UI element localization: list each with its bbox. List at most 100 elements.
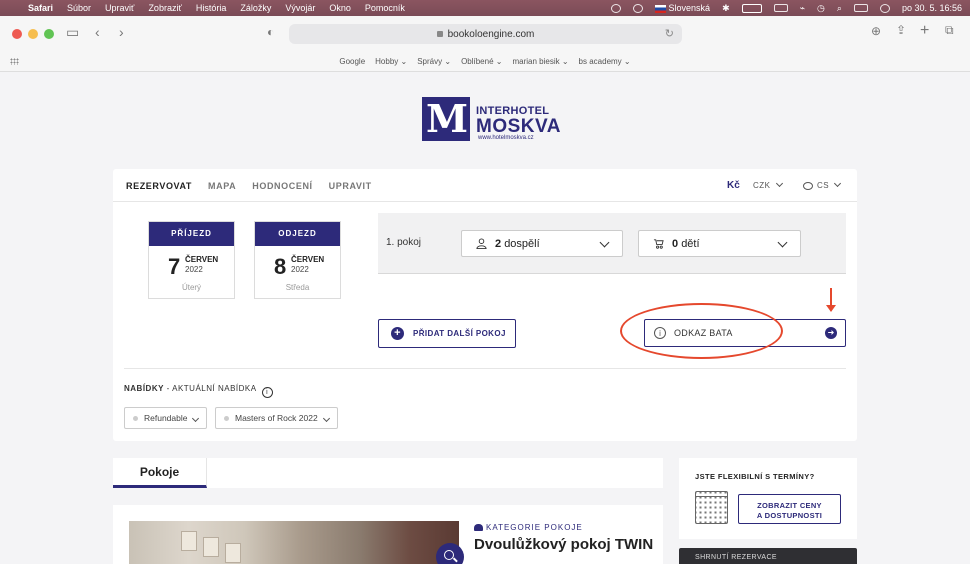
currency-symbol[interactable]: Kč: [727, 180, 740, 191]
people-icon: [474, 524, 483, 531]
menu-item-help[interactable]: Pomocník: [365, 3, 405, 13]
offer-chip-label: Refundable: [144, 413, 188, 423]
adults-value: 2 dospělí: [495, 238, 540, 250]
info-icon[interactable]: i: [261, 387, 273, 398]
plus-icon: +: [391, 327, 404, 340]
annotation-arrow-icon: [826, 305, 836, 312]
divider: [113, 201, 857, 202]
reservation-summary-header: SHRNUTÍ REZERVACE: [679, 548, 857, 564]
add-room-label: PŘIDAT DALŠÍ POKOJ: [413, 329, 506, 338]
tab-overview-icon[interactable]: ⧉: [945, 23, 954, 38]
room-name[interactable]: Dvoulůžkový pokoj TWIN: [474, 536, 654, 554]
siri-icon[interactable]: [879, 3, 890, 13]
bookmark-google[interactable]: Google: [339, 57, 365, 66]
minimize-window-button[interactable]: [28, 29, 38, 39]
input-source[interactable]: Slovenská: [654, 3, 710, 13]
menu-bar: Safari Súbor Upraviť Zobraziť História Z…: [0, 0, 970, 16]
add-room-button[interactable]: + PŘIDAT DALŠÍ POKOJ: [378, 319, 516, 348]
annotation-ellipse: [620, 303, 783, 359]
status-extra-icon[interactable]: [632, 3, 643, 13]
tab-hodnoceni[interactable]: HODNOCENÍ: [252, 181, 312, 191]
divider: [124, 368, 846, 369]
show-prices-line1: ZOBRAZIT CENY: [757, 501, 822, 510]
tab-mapa[interactable]: MAPA: [208, 181, 236, 191]
menu-item-edit[interactable]: Upraviť: [105, 3, 134, 13]
close-window-button[interactable]: [12, 29, 22, 39]
menu-item-window[interactable]: Okno: [329, 3, 351, 13]
bookmark-oblibene[interactable]: Oblíbené ⌄: [461, 57, 502, 66]
control-center-icon[interactable]: [853, 4, 868, 12]
chevron-down-icon: [775, 179, 783, 188]
privacy-shield-icon[interactable]: ◐: [267, 25, 274, 39]
menu-item-history[interactable]: História: [196, 3, 227, 13]
person-icon: [476, 238, 487, 249]
menu-app-name[interactable]: Safari: [28, 3, 53, 13]
battery-icon[interactable]: [741, 3, 762, 13]
clock[interactable]: po 30. 5. 16:56: [902, 3, 962, 13]
window-controls: [12, 29, 54, 39]
tab-pokoje[interactable]: Pokoje: [113, 458, 207, 488]
bookmark-bs-academy[interactable]: bs academy ⌄: [579, 57, 631, 66]
bookmark-marian-label: marian biesik: [512, 57, 560, 66]
calendar-icon: [695, 491, 728, 524]
bookmarks-grid-icon[interactable]: [10, 58, 19, 65]
menu-item-view[interactable]: Zobraziť: [148, 3, 181, 13]
time-machine-icon[interactable]: ◷: [817, 3, 825, 14]
offer-chip-refundable[interactable]: Refundable: [124, 407, 208, 429]
offers-heading: NABÍDKY - AKTUÁLNÍ NABÍDKA i: [124, 384, 273, 398]
room-panel: 1. pokoj 2 dospělí 0 dětí: [378, 213, 846, 274]
back-icon[interactable]: ‹: [95, 24, 100, 40]
flexible-dates-card: JSTE FLEXIBILNÍ S TERMÍNY? ZOBRAZIT CENY…: [679, 458, 857, 539]
room-label: 1. pokoj: [386, 237, 422, 248]
arrival-weekday: Úterý: [181, 283, 202, 292]
downloads-icon[interactable]: ⊕: [871, 24, 881, 38]
wall-art: [203, 537, 219, 557]
share-icon[interactable]: ⇪: [896, 23, 906, 37]
offer-chip-masters[interactable]: Masters of Rock 2022: [215, 407, 338, 429]
departure-day: 8: [274, 254, 287, 279]
room-category: KATEGORIE POKOJE: [474, 523, 583, 532]
lock-icon: [436, 31, 443, 37]
sidebar-icon[interactable]: ▭: [66, 24, 79, 41]
show-prices-button[interactable]: ZOBRAZIT CENY A DOSTUPNOSTI: [738, 494, 841, 524]
wall-art: [225, 543, 241, 563]
language-select[interactable]: CS: [803, 179, 842, 190]
show-prices-line2: A DOSTUPNOSTI: [756, 511, 823, 520]
menu-item-develop[interactable]: Vývojár: [285, 3, 315, 13]
offers-title: NABÍDKY: [124, 384, 164, 393]
arrival-date-picker[interactable]: PŘÍJEZD 7 ČERVEN 2022 Úterý: [148, 221, 235, 299]
tab-upravit[interactable]: UPRAVIT: [329, 181, 372, 191]
wifi-off-icon[interactable]: ⌁: [800, 3, 805, 14]
new-tab-icon[interactable]: +: [920, 22, 929, 40]
reload-icon[interactable]: ↻: [665, 27, 674, 40]
children-count: 0: [672, 238, 679, 250]
adults-count: 2: [495, 238, 502, 250]
adults-select[interactable]: 2 dospělí: [461, 230, 623, 257]
tab-rezervovat[interactable]: REZERVOVAT: [126, 181, 192, 191]
currency-select[interactable]: CZK: [753, 179, 783, 190]
browser-toolbar: ▭ ‹ › ◐ bookoloengine.com ↻ ⊕ ⇪ + ⧉: [0, 16, 970, 52]
hotel-logo[interactable]: M INTERHOTEL MOSKVA www.hotelmoskva.cz: [422, 97, 560, 143]
spotlight-icon[interactable]: ⌕: [837, 3, 842, 14]
airplay-icon[interactable]: [773, 4, 788, 12]
bookmark-marian[interactable]: marian biesik ⌄: [512, 57, 568, 66]
stroller-icon: [653, 239, 664, 249]
bluetooth-icon[interactable]: ✱: [722, 3, 730, 14]
chat-bubble-icon: [803, 181, 813, 190]
address-bar[interactable]: bookoloengine.com ↻: [289, 24, 682, 44]
bookmark-spravy[interactable]: Správy ⌄: [417, 57, 451, 66]
children-value: 0 dětí: [672, 238, 700, 250]
room-photo[interactable]: [129, 521, 464, 564]
arrival-day: 7: [168, 254, 181, 279]
forward-icon[interactable]: ›: [119, 24, 124, 40]
menu-item-file[interactable]: Súbor: [67, 3, 91, 13]
zoom-icon[interactable]: [436, 543, 464, 564]
bookmark-hobby[interactable]: Hobby ⌄: [375, 57, 407, 66]
chevron-down-icon: [322, 414, 330, 422]
chevron-down-icon: [777, 237, 788, 248]
status-check-icon[interactable]: [610, 3, 621, 13]
children-select[interactable]: 0 dětí: [638, 230, 801, 257]
departure-date-picker[interactable]: ODJEZD 8 ČERVEN 2022 Středa: [254, 221, 341, 299]
zoom-window-button[interactable]: [44, 29, 54, 39]
menu-item-bookmarks[interactable]: Záložky: [240, 3, 271, 13]
